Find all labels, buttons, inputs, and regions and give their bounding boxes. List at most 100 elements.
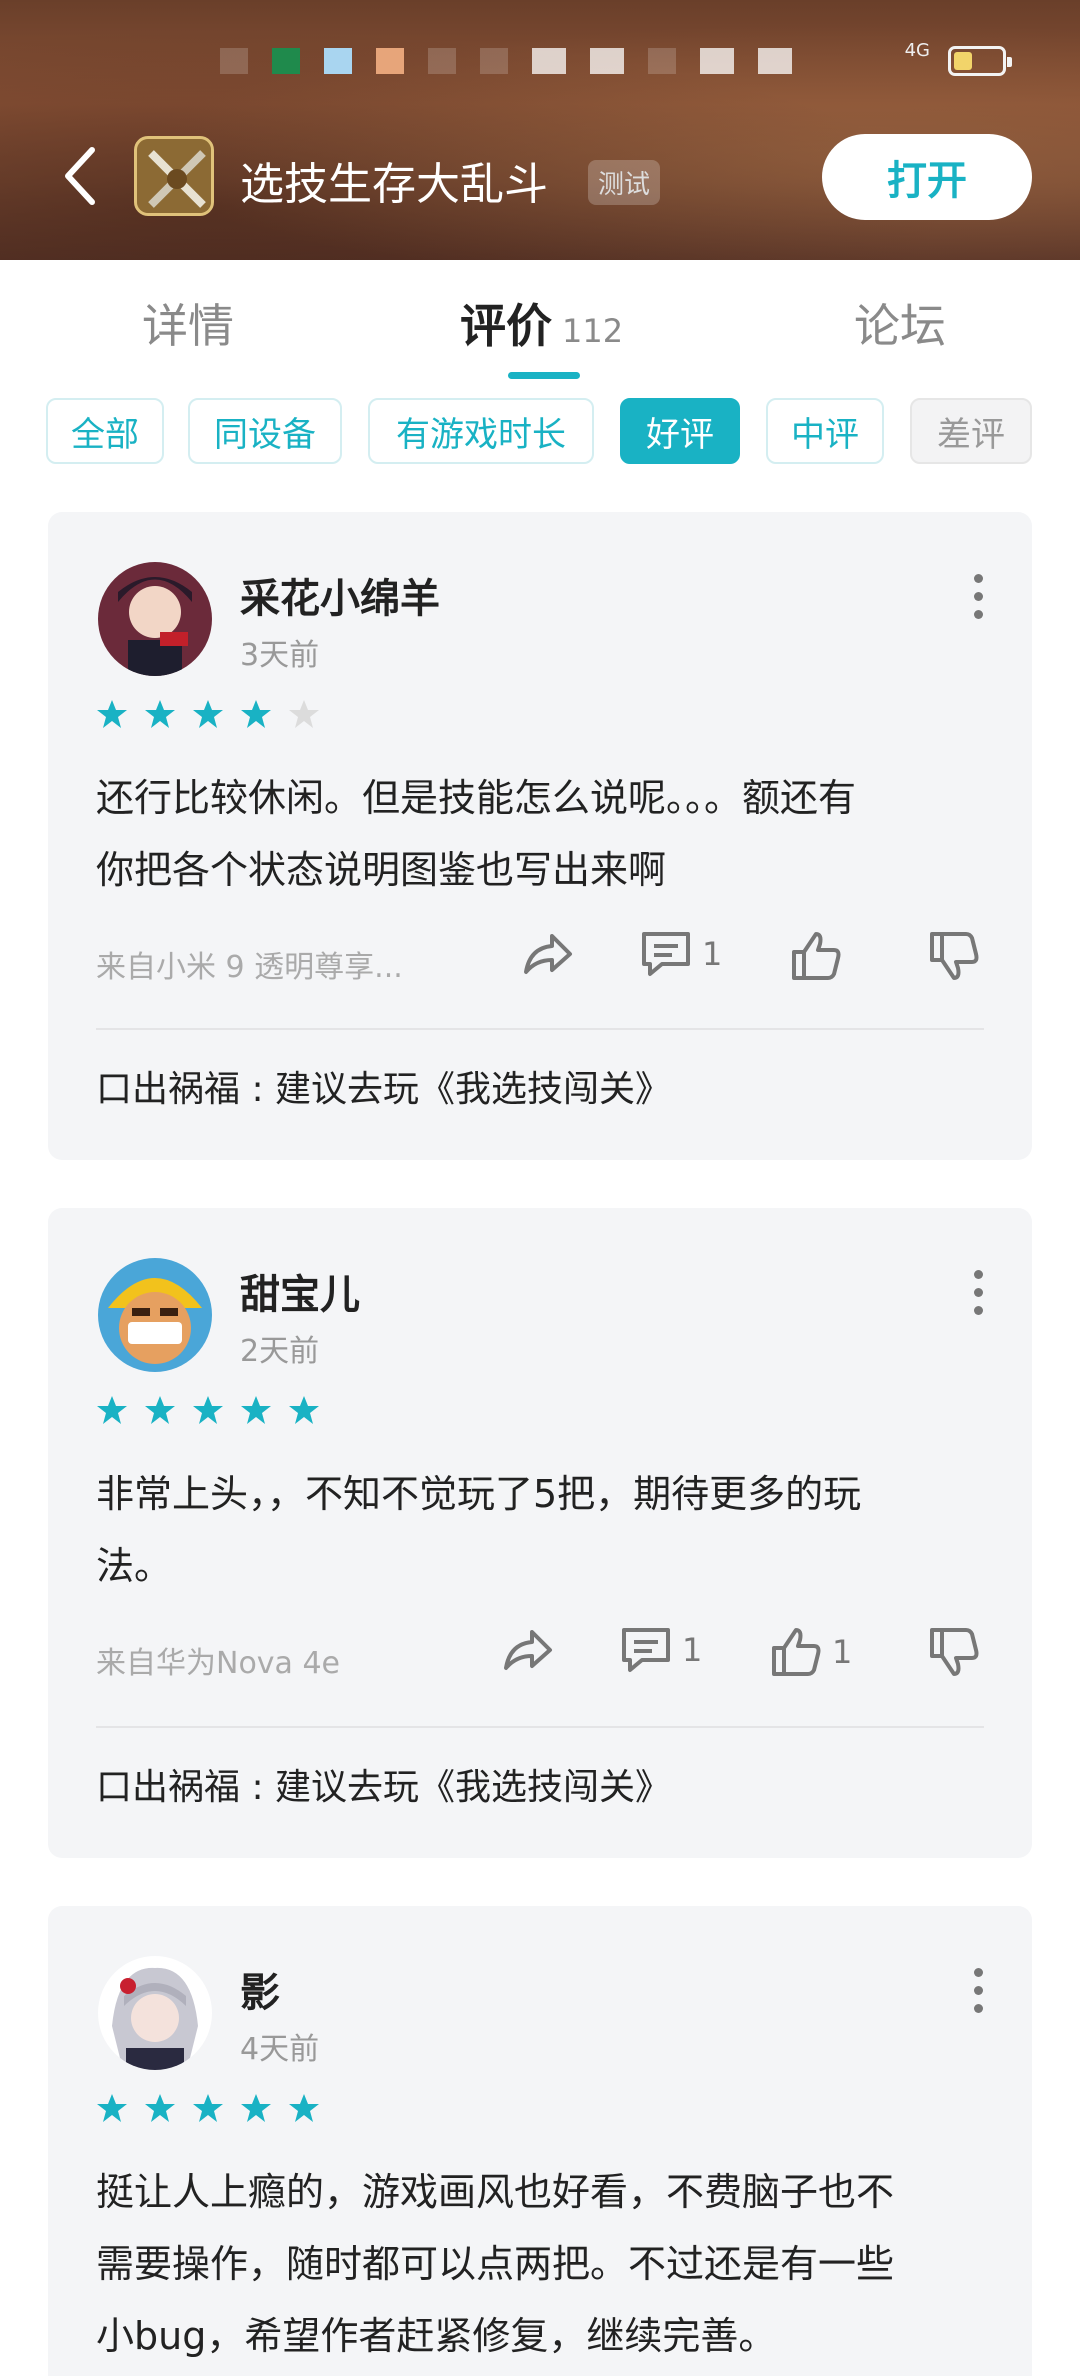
- star-filled-icon: [241, 700, 271, 728]
- star-filled-icon: [145, 2094, 175, 2122]
- star-filled-icon: [241, 2094, 271, 2122]
- star-filled-icon: [145, 700, 175, 728]
- app-logo-icon: [134, 136, 214, 216]
- star-rating: [96, 1394, 320, 1426]
- share-icon: [524, 934, 572, 974]
- thumbs-down-icon: [930, 1628, 979, 1676]
- status-icon: [700, 48, 734, 74]
- status-icon: [220, 48, 248, 74]
- status-icon: [648, 48, 676, 74]
- review-card: 影 4天前 挺让人上瘾的，游戏画风也好看，不费脑子也不 需要操作，随时都可以点两…: [48, 1906, 1032, 2376]
- review-text-line: 还行比较休闲。但是技能怎么说呢。。。额还有: [96, 776, 857, 820]
- avatar[interactable]: [98, 1258, 212, 1372]
- thumbs-up-icon: [792, 932, 841, 980]
- status-icon: [758, 48, 792, 74]
- share-icon: [504, 1630, 552, 1670]
- review-card: 甜宝儿 2天前 非常上头，，不知不觉玩了5把，期待更多的玩 法。 来自华为Nov…: [48, 1208, 1032, 1858]
- more-options-icon[interactable]: [972, 574, 984, 620]
- filter-all[interactable]: 全部: [46, 398, 164, 464]
- signal-icon: 4G: [904, 40, 930, 61]
- review-text[interactable]: 挺让人上瘾的，游戏画风也好看，不费脑子也不 需要操作，随时都可以点两把。不过还是…: [96, 2156, 996, 2372]
- device-label: 来自小米 9 透明尊享...: [96, 950, 403, 985]
- review-text[interactable]: 非常上头，，不知不觉玩了5把，期待更多的玩 法。: [96, 1458, 996, 1602]
- status-icon: [272, 48, 300, 74]
- tab-bar: 详情 评价 112 论坛: [0, 290, 1080, 380]
- star-rating: [96, 698, 320, 730]
- comment-icon: [642, 932, 690, 976]
- review-count: 112: [562, 312, 624, 350]
- review-text-line: 非常上头，，不知不觉玩了5把，期待更多的玩: [96, 1472, 862, 1516]
- status-icon: [590, 48, 624, 74]
- star-filled-icon: [193, 2094, 223, 2122]
- comment-count: 1: [702, 935, 723, 973]
- status-icon: [480, 48, 508, 74]
- filter-negative[interactable]: 差评: [910, 398, 1032, 464]
- review-text-line: 挺让人上瘾的，游戏画风也好看，不费脑子也不: [96, 2170, 895, 2214]
- device-label: 来自华为Nova 4e: [96, 1646, 341, 1681]
- review-card: 采花小绵羊 3天前 还行比较休闲。但是技能怎么说呢。。。额还有 你把各个状态说明…: [48, 512, 1032, 1160]
- more-options-icon[interactable]: [972, 1270, 984, 1316]
- star-filled-icon: [289, 2094, 319, 2122]
- thumbs-up-icon: [772, 1628, 821, 1676]
- tab-forum[interactable]: 论坛: [854, 290, 946, 356]
- review-time: 2天前: [240, 1334, 320, 1369]
- dislike-button[interactable]: [926, 1624, 982, 1680]
- back-arrow-icon[interactable]: [60, 144, 100, 208]
- comment-button[interactable]: 1: [618, 1624, 702, 1676]
- review-text-line: 小bug，希望作者赶紧修复，继续完善。: [96, 2314, 777, 2358]
- star-filled-icon: [97, 2094, 127, 2122]
- app-header: 4G 选技生存大乱斗 测试 打开: [0, 0, 1080, 260]
- avatar[interactable]: [98, 562, 212, 676]
- divider: [96, 1028, 984, 1030]
- reply-preview[interactable]: 口出祸福 : 建议去玩《我选技闯关》: [96, 1758, 671, 1810]
- star-filled-icon: [97, 700, 127, 728]
- star-empty-icon: [289, 700, 319, 728]
- star-filled-icon: [193, 1396, 223, 1424]
- share-button[interactable]: [518, 928, 574, 980]
- dislike-button[interactable]: [926, 928, 982, 984]
- status-icon: [428, 48, 456, 74]
- review-text[interactable]: 还行比较休闲。但是技能怎么说呢。。。额还有 你把各个状态说明图鉴也写出来啊: [96, 762, 996, 906]
- filter-same-device[interactable]: 同设备: [188, 398, 342, 464]
- like-button[interactable]: [788, 928, 852, 984]
- reply-preview[interactable]: 口出祸福 : 建议去玩《我选技闯关》: [96, 1060, 671, 1112]
- star-filled-icon: [289, 1396, 319, 1424]
- filter-neutral[interactable]: 中评: [766, 398, 884, 464]
- star-filled-icon: [145, 1396, 175, 1424]
- filter-positive[interactable]: 好评: [620, 398, 740, 464]
- tab-reviews[interactable]: 评价 112: [460, 290, 623, 356]
- status-icon: [324, 48, 352, 74]
- like-count: 1: [832, 1633, 853, 1671]
- reviewer-name[interactable]: 采花小绵羊: [240, 566, 440, 624]
- status-bar: [220, 44, 792, 78]
- star-filled-icon: [97, 1396, 127, 1424]
- star-filled-icon: [241, 1396, 271, 1424]
- filter-play-time[interactable]: 有游戏时长: [368, 398, 594, 464]
- share-button[interactable]: [498, 1624, 554, 1676]
- comment-button[interactable]: 1: [638, 928, 722, 980]
- review-time: 4天前: [240, 2032, 320, 2067]
- tab-indicator: [508, 372, 580, 379]
- review-time: 3天前: [240, 638, 320, 673]
- status-icon: [376, 48, 404, 74]
- reviewer-name[interactable]: 甜宝儿: [240, 1262, 360, 1320]
- tab-reviews-label: 评价: [460, 299, 552, 353]
- star-rating: [96, 2092, 320, 2124]
- test-badge: 测试: [588, 160, 661, 205]
- avatar[interactable]: [98, 1956, 212, 2070]
- open-button[interactable]: 打开: [822, 134, 1032, 220]
- comment-count: 1: [682, 1631, 703, 1669]
- divider: [96, 1726, 984, 1728]
- tab-details[interactable]: 详情: [142, 290, 234, 356]
- comment-icon: [622, 1628, 670, 1672]
- like-button[interactable]: 1: [768, 1624, 852, 1680]
- more-options-icon[interactable]: [972, 1968, 984, 2014]
- status-icon: [532, 48, 566, 74]
- battery-icon: [948, 46, 1012, 76]
- review-text-line: 需要操作，随时都可以点两把。不过还是有一些: [96, 2242, 895, 2286]
- review-text-line: 法。: [96, 1544, 173, 1588]
- app-title: 选技生存大乱斗: [240, 159, 548, 210]
- review-text-line: 你把各个状态说明图鉴也写出来啊: [96, 848, 667, 892]
- reviewer-name[interactable]: 影: [240, 1960, 280, 2018]
- thumbs-down-icon: [930, 932, 979, 980]
